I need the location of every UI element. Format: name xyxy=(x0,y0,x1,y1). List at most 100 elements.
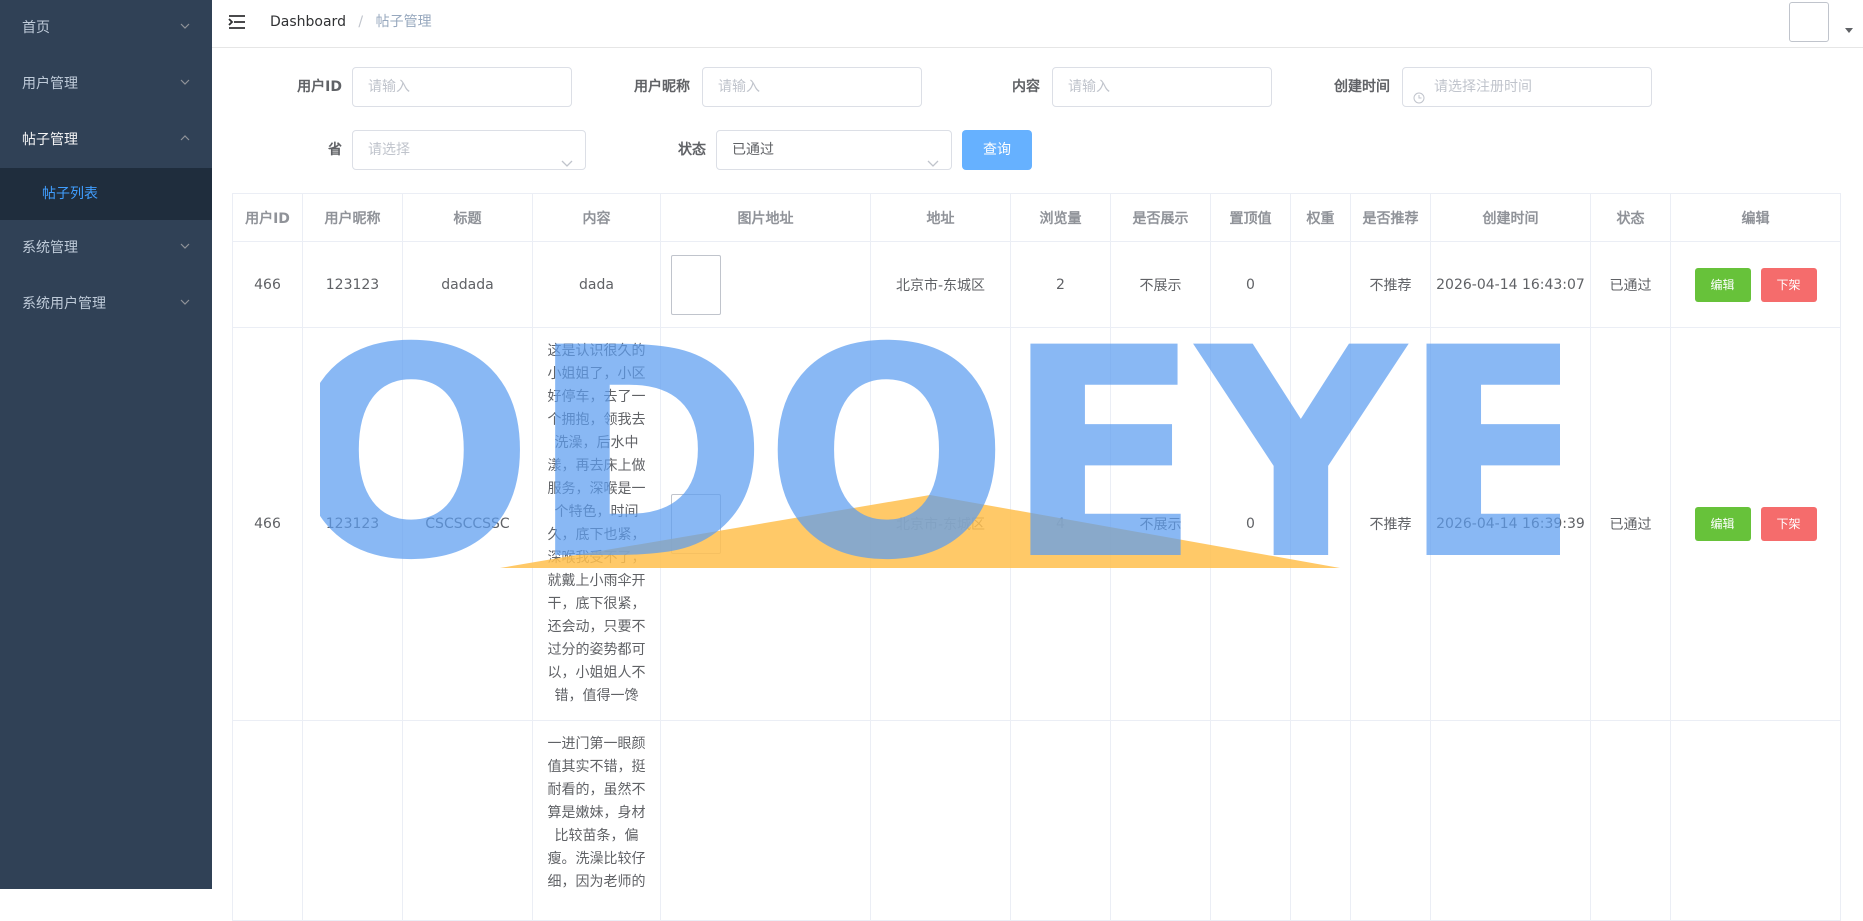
table-row: 466 123123 CSCSCCSSC 这是认识很久的小姐姐了，小区好停车，去… xyxy=(232,327,1841,721)
column-header: 是否展示 xyxy=(1110,193,1211,242)
sidebar-item-label: 系统管理 xyxy=(22,240,78,256)
chevron-up-icon xyxy=(180,112,190,168)
user-id-input[interactable]: 请输入 xyxy=(352,67,572,107)
column-header: 置顶值 xyxy=(1210,193,1291,242)
column-header: 是否推荐 xyxy=(1350,193,1431,242)
province-select[interactable]: 请选择 xyxy=(352,130,586,170)
broken-image-icon[interactable] xyxy=(671,494,721,554)
cell-title: CSCSCCSSC xyxy=(402,327,533,721)
cell-title: dadada xyxy=(402,241,533,328)
chevron-down-icon xyxy=(180,0,190,56)
column-header: 状态 xyxy=(1590,193,1671,242)
nickname-label: 用户昵称 xyxy=(634,79,690,95)
cell-image xyxy=(660,241,871,328)
column-header: 创建时间 xyxy=(1430,193,1591,242)
edit-button[interactable]: 编辑 xyxy=(1694,267,1751,302)
chevron-down-icon xyxy=(927,145,939,183)
status-select[interactable]: 已通过 xyxy=(716,130,952,170)
take-down-button[interactable]: 下架 xyxy=(1760,507,1817,541)
sidebar-subitem-label: 帖子列表 xyxy=(42,186,98,202)
cell-views: 4 xyxy=(1010,327,1111,721)
cell-created xyxy=(1430,720,1591,921)
cell-content: 这是认识很久的小姐姐了，小区好停车，去了一个拥抱，领我去洗澡，后水中漾，再去床上… xyxy=(532,327,661,721)
cell-created: 2026-04-14 16:39:39 xyxy=(1430,327,1591,721)
cell-views xyxy=(1010,720,1111,921)
province-placeholder: 请选择 xyxy=(368,142,410,158)
column-header: 地址 xyxy=(870,193,1011,242)
cell-created: 2026-04-14 16:43:07 xyxy=(1430,241,1591,328)
breadcrumb: Dashboard / 帖子管理 xyxy=(270,0,432,44)
content-placeholder: 请输入 xyxy=(1068,79,1110,95)
cell-show xyxy=(1110,720,1211,921)
sidebar-item-system-users[interactable]: 系统用户管理 xyxy=(0,276,212,332)
cell-actions xyxy=(1670,720,1841,921)
cell-recommend xyxy=(1350,720,1431,921)
cell-show: 不展示 xyxy=(1110,327,1211,721)
table-row: 一进门第一眼颜值其实不错，挺耐看的，虽然不算是嫩妹，身材比较苗条，偏瘦。洗澡比较… xyxy=(232,720,1841,921)
column-header: 内容 xyxy=(532,193,661,242)
content-input[interactable]: 请输入 xyxy=(1052,67,1272,107)
broken-image-icon[interactable] xyxy=(671,254,721,315)
column-header: 权重 xyxy=(1290,193,1351,242)
hamburger-icon[interactable] xyxy=(228,13,246,31)
edit-button[interactable]: 编辑 xyxy=(1694,507,1751,541)
column-header: 用户昵称 xyxy=(302,193,403,242)
breadcrumb-current: 帖子管理 xyxy=(375,14,432,30)
created-time-picker[interactable]: 请选择注册时间 xyxy=(1402,67,1652,107)
take-down-button[interactable]: 下架 xyxy=(1760,267,1817,302)
sidebar: 首页 用户管理 帖子管理 帖子列表 系统管理 系统用户管理 xyxy=(0,0,212,889)
chevron-down-icon xyxy=(180,276,190,332)
cell-address: 北京市-东城区 xyxy=(870,241,1011,328)
cell-status: 已通过 xyxy=(1590,241,1671,328)
sidebar-item-label: 帖子管理 xyxy=(22,132,78,148)
province-label: 省 xyxy=(328,142,342,158)
column-header: 浏览量 xyxy=(1010,193,1111,242)
cell-address: 北京市-东城区 xyxy=(870,327,1011,721)
cell-address xyxy=(870,720,1011,921)
cell-show: 不展示 xyxy=(1110,241,1211,328)
cell-actions: 编辑 下架 xyxy=(1670,241,1841,328)
status-label: 状态 xyxy=(678,142,706,158)
cell-top: 0 xyxy=(1210,327,1291,721)
column-header: 编辑 xyxy=(1670,193,1841,242)
sidebar-subitem-post-list[interactable]: 帖子列表 xyxy=(0,168,212,220)
chevron-down-icon xyxy=(561,145,573,183)
query-button[interactable]: 查询 xyxy=(962,130,1032,170)
avatar[interactable] xyxy=(1789,2,1829,42)
cell-nickname: 123123 xyxy=(302,241,403,328)
sidebar-item-home[interactable]: 首页 xyxy=(0,0,212,56)
cell-nickname: 123123 xyxy=(302,327,403,721)
sidebar-item-label: 用户管理 xyxy=(22,76,78,92)
sidebar-item-users[interactable]: 用户管理 xyxy=(0,56,212,112)
cell-top: 0 xyxy=(1210,241,1291,328)
cell-content: 一进门第一眼颜值其实不错，挺耐看的，虽然不算是嫩妹，身材比较苗条，偏瘦。洗澡比较… xyxy=(532,720,661,921)
nickname-input[interactable]: 请输入 xyxy=(702,67,922,107)
chevron-down-icon xyxy=(180,56,190,112)
posts-table: 用户ID 用户昵称 标题 内容 图片地址 地址 浏览量 是否展示 置顶值 权重 … xyxy=(232,193,1841,921)
sidebar-item-system[interactable]: 系统管理 xyxy=(0,220,212,276)
sidebar-item-label: 首页 xyxy=(22,20,50,36)
chevron-down-icon xyxy=(180,220,190,276)
sidebar-item-label: 系统用户管理 xyxy=(22,296,106,312)
cell-status xyxy=(1590,720,1671,921)
cell-title xyxy=(402,720,533,921)
cell-image xyxy=(660,720,871,921)
cell-user-id: 466 xyxy=(232,241,303,328)
cell-views: 2 xyxy=(1010,241,1111,328)
sidebar-item-posts[interactable]: 帖子管理 xyxy=(0,112,212,168)
created-time-label: 创建时间 xyxy=(1334,79,1390,95)
table-row: 466 123123 dadada dada 北京市-东城区 2 不展示 0 不… xyxy=(232,241,1841,328)
cell-weight xyxy=(1290,241,1351,328)
cell-user-id: 466 xyxy=(232,327,303,721)
content-label: 内容 xyxy=(1012,79,1040,95)
cell-recommend: 不推荐 xyxy=(1350,241,1431,328)
caret-down-icon[interactable] xyxy=(1845,28,1853,33)
cell-user-id xyxy=(232,720,303,921)
created-time-placeholder: 请选择注册时间 xyxy=(1434,79,1532,95)
column-header: 图片地址 xyxy=(660,193,871,242)
breadcrumb-home[interactable]: Dashboard xyxy=(270,14,346,30)
top-navbar: Dashboard / 帖子管理 xyxy=(212,0,1863,48)
cell-image xyxy=(660,327,871,721)
cell-recommend: 不推荐 xyxy=(1350,327,1431,721)
cell-status: 已通过 xyxy=(1590,327,1671,721)
